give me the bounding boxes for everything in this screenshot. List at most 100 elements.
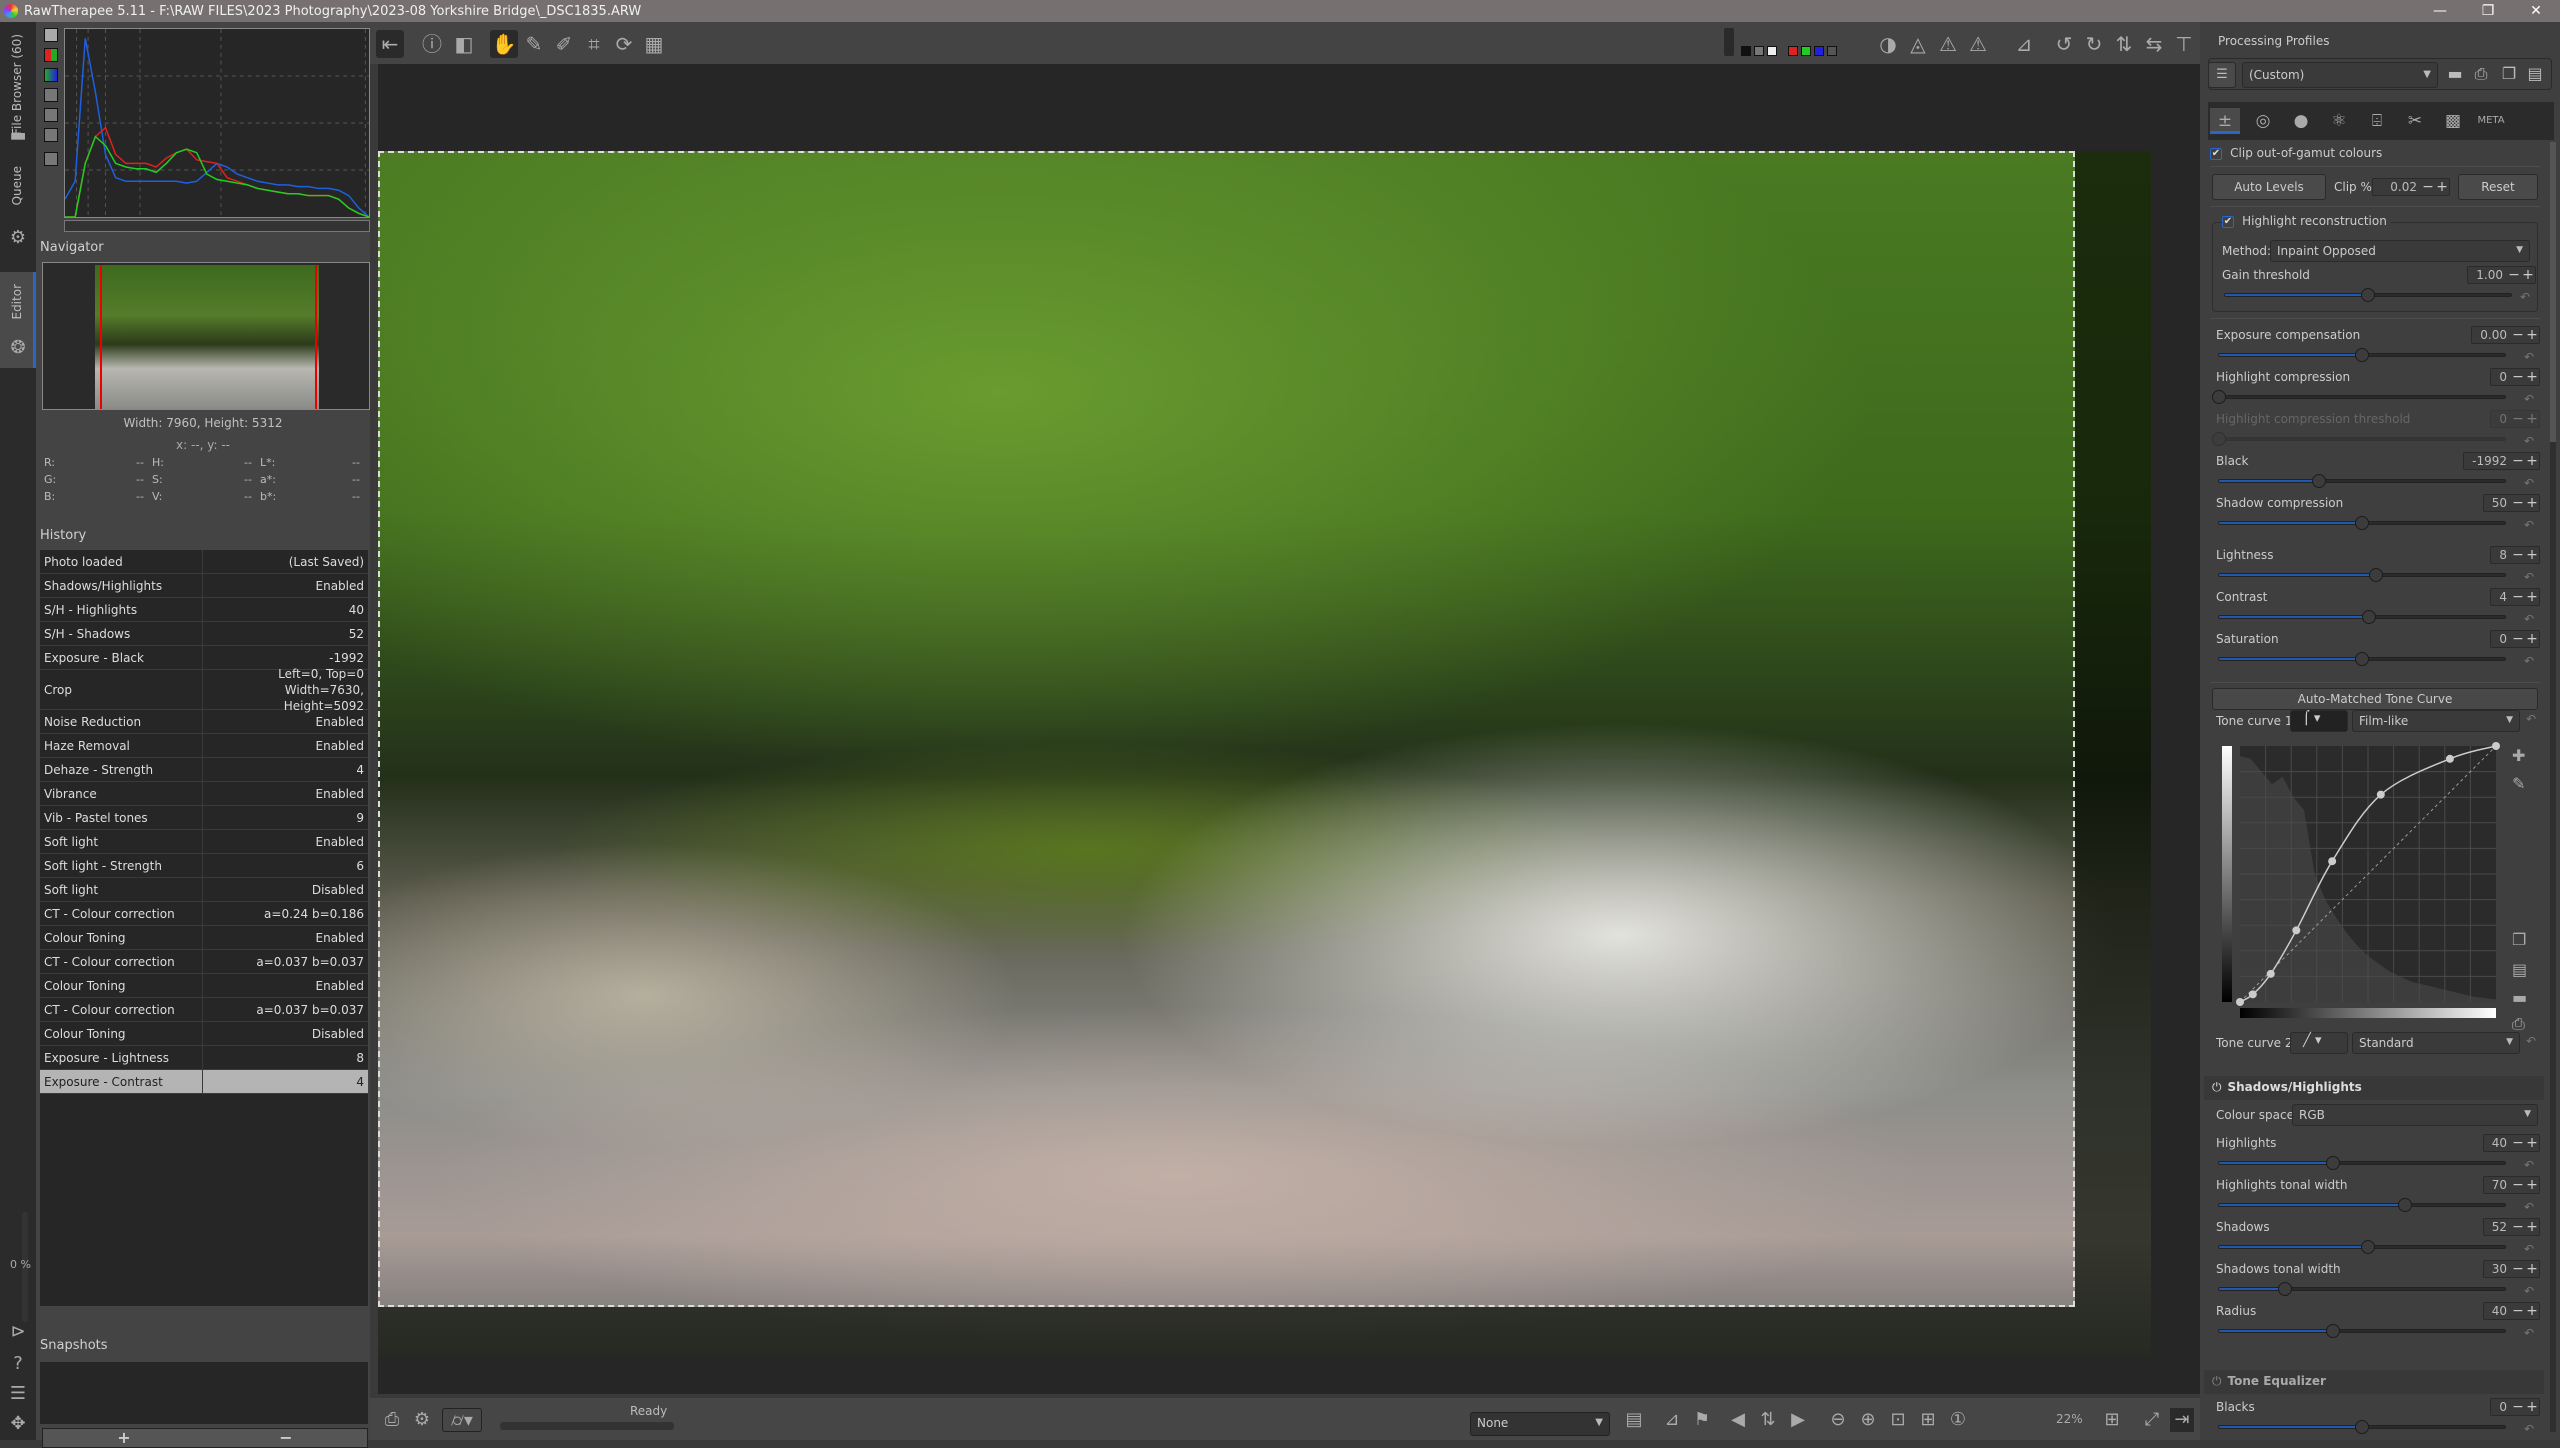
clip-percent-spinner[interactable]: 0.02− + (2372, 178, 2450, 196)
slider-track[interactable] (2218, 474, 2506, 488)
save-image-icon[interactable]: ⎙ (380, 1408, 404, 1432)
curve-control-point[interactable] (2328, 857, 2337, 866)
fullscreen-icon[interactable]: ⤢ (2140, 1408, 2164, 1432)
increment-icon[interactable]: + (2525, 1399, 2539, 1415)
flip-horizontal-icon[interactable]: ⇆ (2140, 30, 2168, 58)
crop-frame[interactable] (378, 151, 2075, 1307)
rgb-channels-icon[interactable] (44, 48, 58, 62)
reset-slider-icon[interactable]: ↶ (2524, 1326, 2534, 1340)
indicator-toggle[interactable] (1724, 28, 1734, 56)
tone-curve-1-mode-select[interactable]: Film-like (2352, 710, 2520, 732)
histogram-matching-icon[interactable]: ⊿ (1660, 1408, 1684, 1432)
rotate-right-icon[interactable]: ↻ (2080, 30, 2108, 58)
zoom-fit-crop-icon[interactable]: ⊞ (1916, 1408, 1940, 1432)
tab-colour-icon[interactable]: ● (2286, 108, 2316, 134)
decrement-icon[interactable]: − (2511, 1177, 2525, 1193)
slider-track[interactable] (2218, 1156, 2506, 1170)
increment-icon[interactable]: + (2435, 179, 2449, 195)
minimize-button[interactable]: — (2416, 3, 2464, 19)
hide-left-panel-icon[interactable]: ⇤ (376, 30, 404, 58)
history-row[interactable]: CT - Colour correction a=0.037 b=0.037 (40, 950, 368, 974)
queue-settings-icon[interactable]: ⚙ (410, 1408, 434, 1432)
external-editor-icon[interactable]: ⌭▾ (442, 1408, 482, 1432)
profile-list-icon[interactable]: ☰ (2208, 62, 2236, 88)
slider-value[interactable]: 52 (2484, 1220, 2511, 1234)
tab-queue[interactable]: Queue ⚙ (0, 162, 36, 252)
vectorscope-icon[interactable] (44, 108, 58, 122)
decrement-icon[interactable]: − (2511, 411, 2525, 427)
preferences-icon[interactable]: ☰ (8, 1384, 28, 1404)
curve-control-point[interactable] (2292, 926, 2301, 935)
curve-control-point[interactable] (2445, 754, 2454, 763)
luminance-channel-toggle[interactable] (1827, 46, 1837, 56)
slider-value[interactable]: 0.00 (2472, 328, 2511, 342)
focus-mask-icon[interactable]: ◑ (1874, 30, 1902, 58)
slider-value-spinner[interactable]: 70− + (2482, 1176, 2540, 1194)
next-image-icon[interactable]: ▶ (1786, 1408, 1810, 1432)
tab-exposure-icon[interactable]: ± (2210, 108, 2240, 134)
slider-value-spinner[interactable]: 1.00− + (2467, 266, 2536, 284)
slider-value[interactable]: 40 (2484, 1136, 2511, 1150)
photo-waterfall[interactable] (378, 151, 2151, 1357)
history-row[interactable]: CT - Colour correction a=0.037 b=0.037 (40, 998, 368, 1022)
flag-icon[interactable]: ⚑ (1690, 1408, 1714, 1432)
slider-track[interactable] (2218, 1324, 2506, 1338)
history-row[interactable]: S/H - Highlights 40 (40, 598, 368, 622)
blue-channel-toggle[interactable] (1814, 46, 1824, 56)
tab-advanced-icon[interactable]: ⚛ (2324, 108, 2354, 134)
flip-vertical-icon[interactable]: ⇅ (2110, 30, 2138, 58)
decrement-icon[interactable]: − (2511, 453, 2525, 469)
waveform-icon[interactable] (44, 128, 58, 142)
colour-space-select[interactable]: RGB (2292, 1104, 2538, 1126)
history-row[interactable]: Dehaze - Strength 4 (40, 758, 368, 782)
reset-slider-icon[interactable]: ↶ (2524, 1242, 2534, 1256)
gamut-check-icon[interactable]: ◬ (1904, 30, 1932, 58)
tone-equalizer-header[interactable]: ⏻ Tone Equalizer (2204, 1370, 2544, 1394)
decrement-icon[interactable]: − (2421, 179, 2435, 195)
history-row[interactable]: Colour Toning Disabled (40, 1022, 368, 1046)
increment-icon[interactable]: + (2525, 1177, 2539, 1193)
decrement-icon[interactable]: − (2511, 369, 2525, 385)
history-row[interactable]: Soft light Disabled (40, 878, 368, 902)
increment-icon[interactable]: + (2525, 327, 2539, 343)
scrollbar-thumb[interactable] (2550, 142, 2556, 442)
slider-handle[interactable] (2326, 1324, 2341, 1338)
sync-icon[interactable]: ⇅ (1756, 1408, 1780, 1432)
histogram-type-icon[interactable] (44, 28, 58, 42)
history-row[interactable]: Exposure - Contrast 4 (40, 1070, 368, 1094)
slider-value-spinner[interactable]: 0− + (2490, 368, 2540, 386)
zoom-100-icon[interactable]: ① (1946, 1408, 1970, 1432)
reset-button[interactable]: Reset (2458, 174, 2538, 200)
tab-file-browser[interactable]: File Browser (60) ▬ (0, 30, 36, 150)
decrement-icon[interactable]: − (2511, 1219, 2525, 1235)
history-row[interactable]: Colour Toning Enabled (40, 926, 368, 950)
increment-icon[interactable]: + (2525, 1303, 2539, 1319)
history-row[interactable]: Photo loaded (Last Saved) (40, 550, 368, 574)
method-select[interactable]: Inpaint Opposed (2270, 240, 2530, 262)
colour-picker-icon[interactable]: ✐ (550, 30, 578, 58)
slider-track[interactable] (2218, 1198, 2506, 1212)
increment-icon[interactable]: + (2521, 267, 2535, 283)
luminance-icon[interactable] (44, 88, 58, 102)
tab-transform-icon[interactable]: ⌹ (2362, 108, 2392, 134)
slider-value[interactable]: 50 (2484, 496, 2511, 510)
clip-gamut-checkbox[interactable]: ✔ (2210, 147, 2222, 160)
tone-curve-2-mode-select[interactable]: Standard (2352, 1032, 2520, 1054)
increment-icon[interactable]: + (2525, 631, 2539, 647)
curve-control-point[interactable] (2492, 742, 2500, 750)
decrement-icon[interactable]: − (2511, 495, 2525, 511)
close-button[interactable]: ✕ (2512, 3, 2560, 19)
slider-value[interactable]: 0 (2491, 370, 2511, 384)
reset-slider-icon[interactable]: ↶ (2520, 290, 2530, 304)
slider-value-spinner[interactable]: 50− + (2482, 494, 2540, 512)
tab-local-icon[interactable]: ▩ (2438, 108, 2468, 134)
more-options-icon[interactable] (44, 152, 58, 166)
slider-value[interactable]: 8 (2491, 548, 2511, 562)
colour-channels-icon[interactable] (44, 68, 58, 82)
copy-profile-icon[interactable]: ❐ (2498, 64, 2520, 86)
curve-control-point[interactable] (2248, 990, 2257, 999)
reset-slider-icon[interactable]: ↶ (2524, 434, 2534, 448)
shadow-clip-warning-icon[interactable]: ⚠ (1934, 30, 1962, 58)
decrement-icon[interactable]: − (2507, 267, 2521, 283)
before-after-icon[interactable]: ◧ (450, 30, 478, 58)
